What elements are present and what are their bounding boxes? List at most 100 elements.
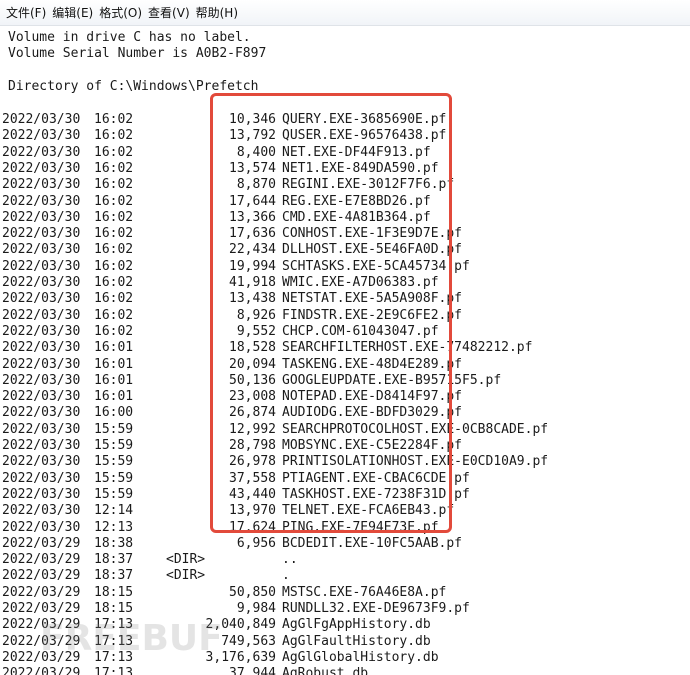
entry-size: 37,558	[229, 470, 276, 486]
entry-date: 2022/03/30	[2, 438, 81, 453]
directory-line: Directory of C:\Windows\Prefetch	[8, 79, 259, 94]
entry-date: 2022/03/29	[2, 617, 81, 633]
entry-size: 43,440	[229, 486, 276, 502]
entry-size: 23,008	[229, 389, 276, 405]
entry-date: 2022/03/29	[2, 584, 81, 600]
entry-size: 10,346	[229, 112, 276, 127]
entry-date: 2022/03/30	[2, 177, 81, 193]
menu-file[interactable]: 文件(F)	[3, 0, 49, 26]
entry-time: 15:59	[94, 454, 134, 470]
entry-time: 16:01	[94, 389, 134, 405]
entry-filename: MOBSYNC.EXE-C5E2284F.pf	[282, 438, 463, 453]
entry-time: 17:13	[94, 617, 134, 633]
entry-date: 2022/03/30	[2, 226, 81, 242]
entry-filename: CMD.EXE-4A81B364.pf	[282, 209, 431, 225]
entry-date: 2022/03/29	[2, 666, 81, 675]
entry-date: 2022/03/30	[2, 307, 81, 323]
entry-time: 16:02	[94, 128, 134, 144]
entry-size: 13,792	[229, 128, 276, 144]
entry-filename: SEARCHFILTERHOST.EXE-77482212.pf	[282, 340, 533, 356]
entry-time: 15:59	[94, 486, 134, 502]
menu-format[interactable]: 格式(O)	[96, 0, 145, 26]
entry-size: 749,563	[221, 633, 276, 649]
entry-date: 2022/03/30	[2, 323, 81, 339]
entry-filename: QUERY.EXE-3685690E.pf	[282, 112, 447, 127]
entry-size: 50,136	[229, 372, 276, 388]
entry-size: 8,870	[236, 177, 276, 193]
entry-size: 9,984	[236, 601, 276, 616]
entry-filename: PTIAGENT.EXE-CBAC6CDE.pf	[282, 470, 470, 486]
entry-filename: SEARCHPROTOCOLHOST.EXE-0CB8CADE.pf	[282, 421, 549, 437]
entry-time: 16:02	[94, 291, 134, 307]
menu-help[interactable]: 帮助(H)	[193, 0, 241, 26]
entry-size: 8,926	[236, 307, 276, 323]
entry-time: 16:02	[94, 307, 134, 323]
entry-time: 16:02	[94, 144, 134, 160]
entry-size: 18,528	[229, 340, 276, 356]
entry-time: 12:13	[94, 519, 134, 535]
entry-filename: .	[282, 568, 290, 584]
entry-time: 18:15	[94, 584, 134, 600]
entry-size: 17,644	[229, 193, 276, 209]
entry-filename: QUSER.EXE-96576438.pf	[282, 128, 447, 144]
entry-filename: WMIC.EXE-A7D06383.pf	[282, 275, 439, 290]
entry-date: 2022/03/29	[2, 535, 81, 551]
entry-date: 2022/03/30	[2, 454, 81, 470]
entry-time: 15:59	[94, 470, 134, 486]
entry-filename: CHCP.COM-61043047.pf	[282, 323, 439, 339]
entry-size: 2,040,849	[205, 617, 276, 633]
entry-size: 37,944	[229, 666, 276, 675]
entry-date: 2022/03/30	[2, 421, 81, 437]
entry-date: 2022/03/30	[2, 112, 81, 127]
entry-filename: TASKHOST.EXE-7238F31D.pf	[282, 486, 470, 502]
entry-date: 2022/03/30	[2, 144, 81, 160]
entry-filename: REGINI.EXE-3012F7F6.pf	[282, 177, 455, 193]
entry-date: 2022/03/29	[2, 552, 81, 568]
entry-time: 17:13	[94, 666, 134, 675]
entry-time: 16:02	[94, 323, 134, 339]
entry-time: 12:14	[94, 503, 134, 519]
entry-filename: TELNET.EXE-FCA6EB43.pf	[282, 503, 455, 519]
entry-time: 17:13	[94, 649, 134, 665]
entry-filename: AgGlFaultHistory.db	[282, 633, 431, 649]
entry-time: 16:01	[94, 372, 134, 388]
entry-size: 8,400	[236, 144, 276, 160]
entry-filename: REG.EXE-E7E8BD26.pf	[282, 193, 431, 209]
entry-date: 2022/03/29	[2, 633, 81, 649]
entry-size: 22,434	[229, 242, 276, 258]
entry-filename: TASKENG.EXE-48D4E289.pf	[282, 356, 463, 372]
entry-size: 6,956	[236, 535, 276, 551]
entry-date: 2022/03/30	[2, 356, 81, 372]
entry-date: 2022/03/30	[2, 503, 81, 519]
entry-filename: BCDEDIT.EXE-10FC5AAB.pf	[282, 535, 463, 551]
entry-time: 16:02	[94, 275, 134, 290]
entry-filename: AgGlFgAppHistory.db	[282, 617, 431, 633]
notepad-window: 文件(F) 编辑(E) 格式(O) 查看(V) 帮助(H) Volume in …	[0, 0, 690, 675]
menu-edit[interactable]: 编辑(E)	[49, 0, 96, 26]
entry-filename: AgRobust.db	[282, 666, 369, 675]
entry-date: 2022/03/30	[2, 372, 81, 388]
entry-filename: PING.EXE-7E94E73E.pf	[282, 519, 439, 535]
entry-date: 2022/03/30	[2, 258, 81, 274]
text-editor-area[interactable]: Volume in drive C has no label. Volume S…	[0, 26, 690, 675]
entry-size: 12,992	[229, 421, 276, 437]
entry-size: 13,970	[229, 503, 276, 519]
entry-date: 2022/03/29	[2, 601, 81, 616]
entry-size: 17,636	[229, 226, 276, 242]
volume-label-line: Volume in drive C has no label.	[8, 30, 251, 45]
entry-time: 15:59	[94, 438, 134, 453]
entry-date: 2022/03/30	[2, 275, 81, 290]
entry-date: 2022/03/30	[2, 193, 81, 209]
entry-filename: RUNDLL32.EXE-DE9673F9.pf	[282, 601, 470, 616]
entry-filename: NET.EXE-DF44F913.pf	[282, 144, 431, 160]
entry-date: 2022/03/29	[2, 568, 81, 584]
entry-filename: NOTEPAD.EXE-D8414F97.pf	[282, 389, 463, 405]
entry-filename: PRINTISOLATIONHOST.EXE-E0CD10A9.pf	[282, 454, 549, 470]
entry-time: 16:02	[94, 258, 134, 274]
entry-filename: AgGlGlobalHistory.db	[282, 649, 439, 665]
entry-date: 2022/03/30	[2, 242, 81, 258]
entry-time: 16:02	[94, 177, 134, 193]
menu-view[interactable]: 查看(V)	[145, 0, 193, 26]
entry-date: 2022/03/30	[2, 405, 81, 421]
entry-size: 50,850	[229, 584, 276, 600]
